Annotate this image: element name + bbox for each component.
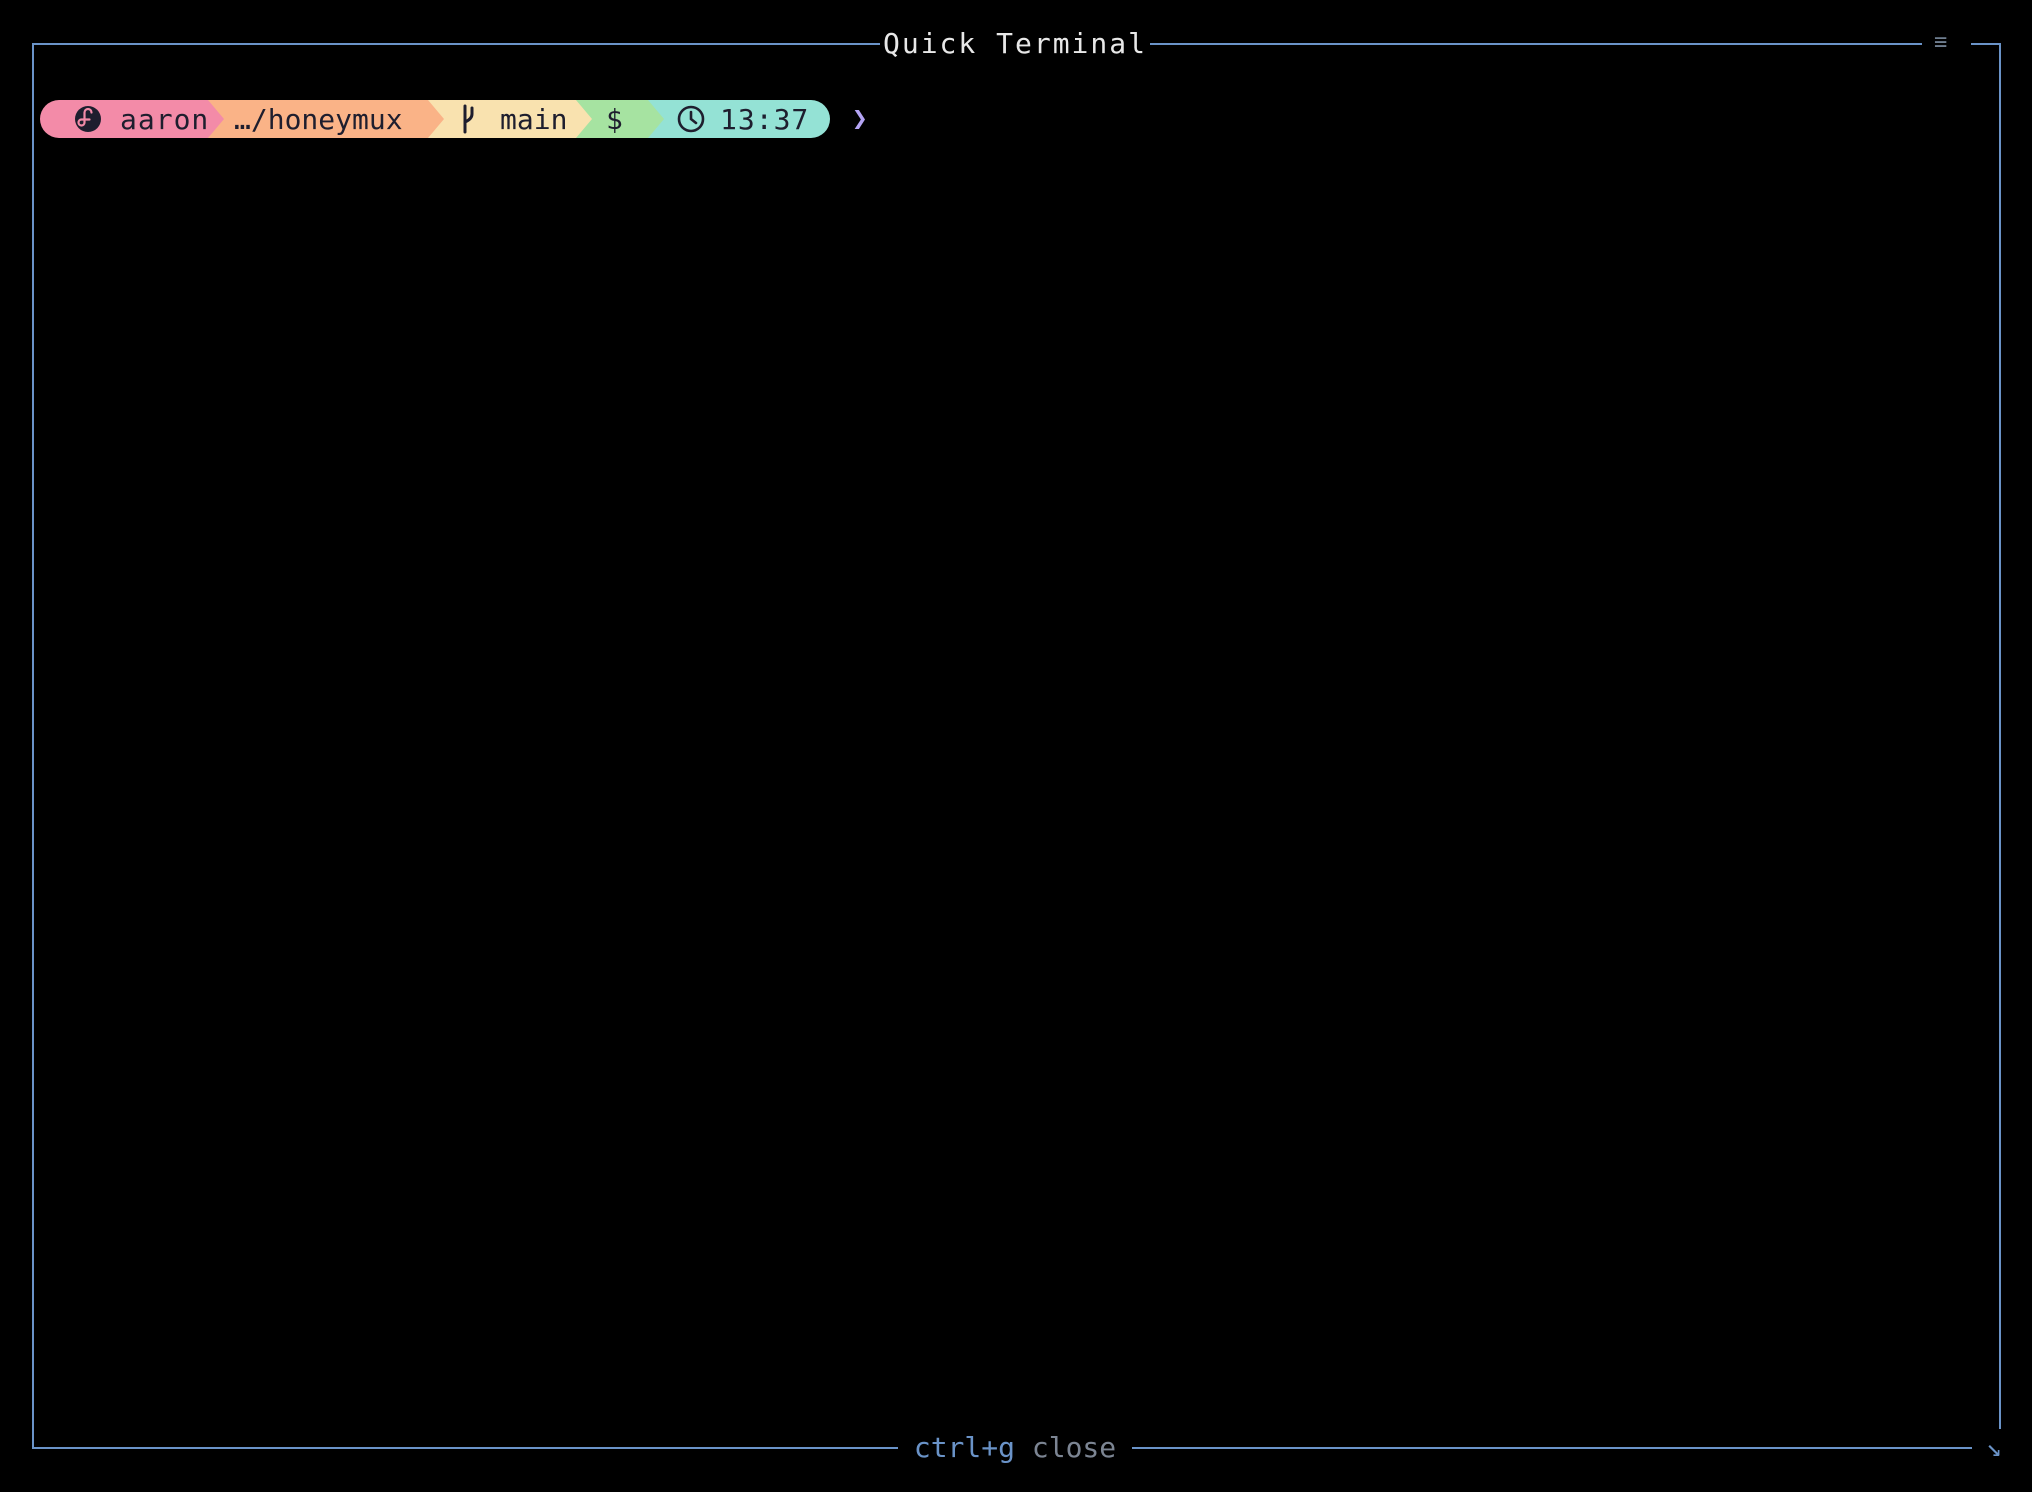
prompt-directory-segment: …/honeymux [208, 100, 444, 138]
frame-top-right-border [1150, 43, 1922, 45]
resize-handle-icon[interactable]: ↘ [1986, 1430, 2002, 1466]
segment-separator [208, 100, 224, 138]
shell-prompt: aaron …/honeymux main $ 13:37 [40, 100, 830, 138]
prompt-status-label: $ [606, 102, 623, 136]
prompt-git-segment: main [428, 100, 592, 138]
prompt-directory-label: …/honeymux [234, 102, 403, 136]
frame-right-border [1999, 43, 2001, 1429]
menu-icon[interactable]: ≡ [1934, 30, 1947, 56]
frame-left-border [32, 43, 34, 1449]
prompt-user-segment: aaron [40, 100, 224, 138]
prompt-time-label: 13:37 [720, 102, 810, 136]
footer-hint[interactable]: ctrl+g close [898, 1428, 1132, 1468]
footer-shortcut-key: ctrl+g [913, 1431, 1015, 1464]
prompt-branch-label: main [500, 102, 568, 136]
footer-shortcut-action: close [1031, 1431, 1117, 1464]
prompt-char: ❯ [852, 104, 868, 134]
prompt-time-segment: 13:37 [648, 100, 830, 138]
frame-bottom-right-border [1132, 1447, 1972, 1449]
fedora-icon [75, 106, 101, 132]
git-branch-icon [463, 104, 474, 134]
frame-bottom-left-border [32, 1447, 898, 1449]
frame-top-left-border [32, 43, 880, 45]
segment-separator [576, 100, 592, 138]
segment-separator [648, 100, 664, 138]
window-title: Quick Terminal [882, 27, 1147, 60]
prompt-user-label: aaron [120, 102, 210, 136]
segment-separator [428, 100, 444, 138]
clock-icon [677, 105, 705, 133]
frame-top-corner-border [1971, 43, 2001, 45]
